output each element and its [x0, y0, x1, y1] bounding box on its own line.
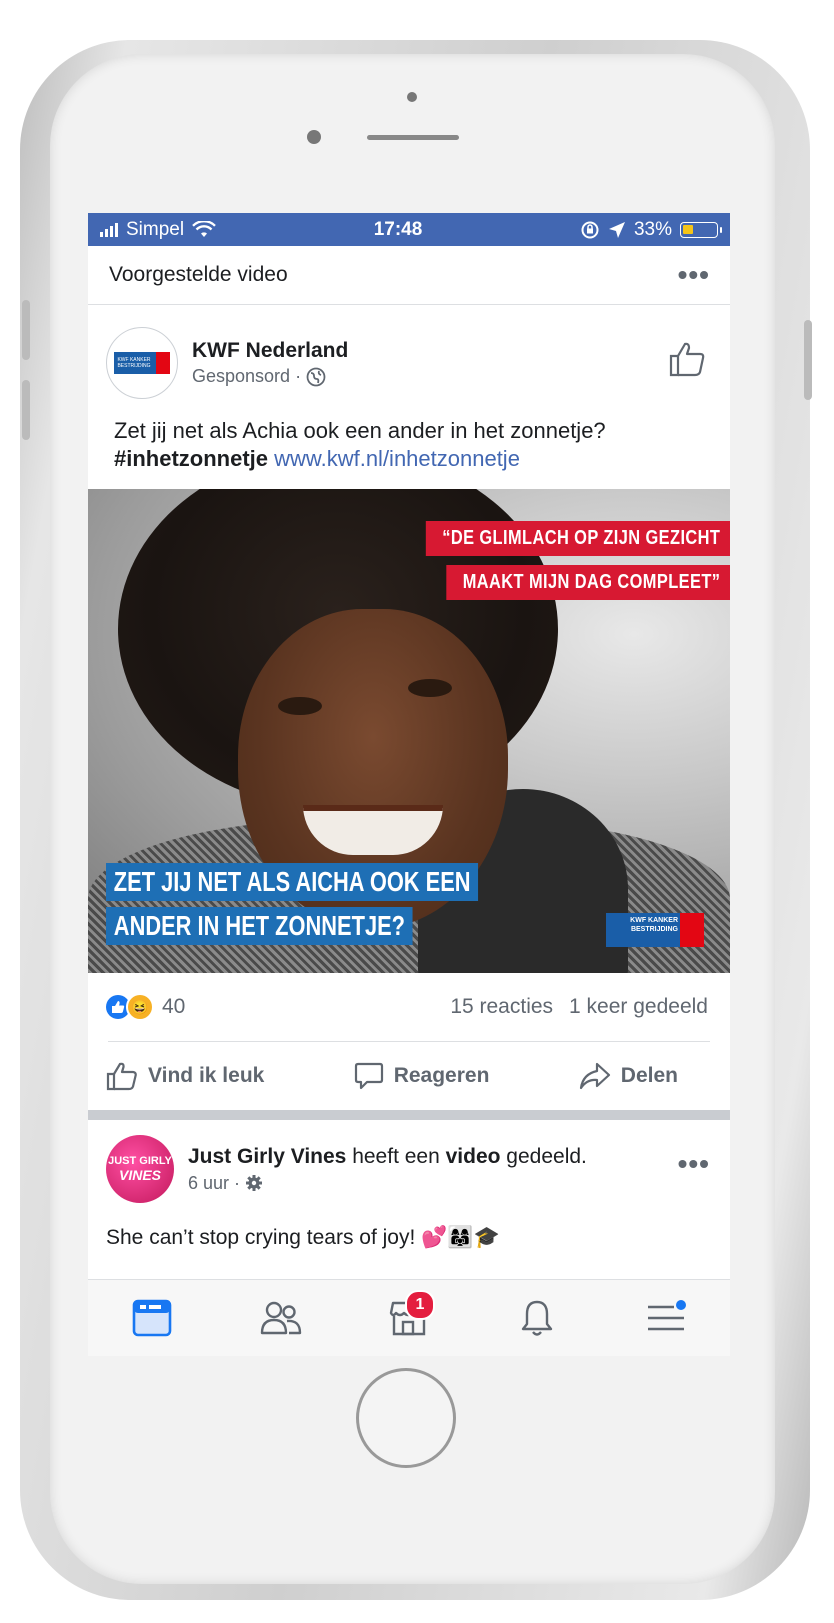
post-time[interactable]: 6 uur — [188, 1173, 229, 1194]
tab-bar: 1 — [88, 1279, 730, 1356]
share-button[interactable]: Delen — [579, 1062, 678, 1090]
share-label: Delen — [620, 1064, 678, 1087]
cta-line-2: ANDER IN HET ZONNETJE? — [106, 907, 413, 945]
eye-graphic — [408, 679, 452, 697]
tab-news-feed[interactable] — [122, 1288, 182, 1348]
volume-button — [22, 380, 30, 440]
avatar-text-bottom: VINES — [118, 1167, 161, 1183]
post-header: JUST GIRLY VINES Just Girly Vines heeft … — [88, 1120, 730, 1204]
like-button[interactable]: Vind ik leuk — [106, 1061, 264, 1091]
comments-count[interactable]: 15 reacties — [450, 995, 553, 1019]
rotation-lock-icon — [581, 221, 599, 238]
feed-separator — [88, 1110, 730, 1120]
home-button[interactable] — [356, 1368, 456, 1468]
battery-percent: 33% — [633, 218, 672, 240]
meta-separator: · — [295, 366, 302, 386]
menu-notification-dot — [675, 1300, 686, 1310]
post-caption: Zet jij net als Achia ook een ander in h… — [114, 418, 606, 443]
avatar-text-top: JUST GIRLY — [108, 1155, 172, 1167]
shares-count[interactable]: 1 keer gedeeld — [569, 995, 708, 1019]
post-header: KWF KANKER BESTRIJDING KWF Nederland Ges… — [88, 305, 730, 403]
news-feed-icon — [132, 1299, 172, 1337]
more-options-icon[interactable]: ••• — [678, 259, 710, 291]
kwf-logo: KWF KANKER BESTRIJDING — [114, 352, 170, 374]
more-options-icon[interactable]: ••• — [678, 1148, 710, 1180]
external-link[interactable]: www.kwf.nl/inhetzonnetje — [274, 446, 520, 471]
gear-icon — [246, 1175, 263, 1191]
battery-fill — [683, 224, 693, 234]
meta-separator: · — [234, 1172, 241, 1193]
reaction-count[interactable]: 😆 40 — [106, 993, 185, 1021]
haha-reaction-icon: 😆 — [126, 993, 154, 1021]
battery-icon — [680, 221, 722, 238]
post-text: She can’t stop crying tears of joy! 💕👩‍👩… — [106, 1226, 500, 1249]
reactions-summary: 😆 40 15 reacties 1 keer gedeeld — [88, 973, 730, 1041]
status-bar: Simpel 17:48 33% — [88, 213, 730, 246]
page-avatar[interactable]: KWF KANKER BESTRIJDING — [106, 327, 178, 399]
thumbs-up-icon — [106, 1062, 137, 1091]
post-text: Zet jij net als Achia ook een ander in h… — [88, 403, 730, 487]
screen: Simpel 17:48 33% Voorgestelde video ••• — [88, 213, 730, 1356]
tab-notifications[interactable] — [507, 1288, 567, 1348]
sponsored-label: Gesponsord — [192, 366, 291, 386]
like-page-icon[interactable] — [668, 341, 706, 377]
wifi-icon — [192, 220, 216, 237]
like-label: Vind ik leuk — [148, 1064, 265, 1087]
kwf-image-logo-text: KWF KANKER BESTRIJDING — [630, 917, 678, 933]
suggested-video-header: Voorgestelde video ••• — [88, 246, 730, 305]
hashtag-link[interactable]: #inhetzonnetje — [114, 446, 268, 471]
kwf-logo-text: KWF KANKER BESTRIJDING — [117, 357, 151, 369]
cta-line-1: ZET JIJ NET ALS AICHA OOK EEN — [106, 863, 479, 901]
marketplace-badge: 1 — [404, 1290, 435, 1320]
globe-icon — [306, 367, 326, 386]
tab-friends[interactable] — [251, 1288, 311, 1348]
quote-line-2: MAAKT MIJN DAG COMPLEET” — [446, 565, 730, 600]
reaction-number: 40 — [162, 995, 186, 1018]
share-icon — [579, 1062, 610, 1090]
shared-text-2: gedeeld. — [500, 1144, 587, 1168]
page-avatar[interactable]: JUST GIRLY VINES — [106, 1135, 174, 1203]
page-name[interactable]: Just Girly Vines — [188, 1145, 346, 1168]
location-arrow-icon — [608, 221, 625, 238]
post-actions: Vind ik leuk Reageren Delen — [88, 1042, 730, 1110]
comment-button[interactable]: Reageren — [354, 1061, 490, 1091]
proximity-sensor — [407, 92, 417, 102]
section-title: Voorgestelde video — [109, 263, 288, 286]
clock: 17:48 — [373, 218, 423, 240]
video-link[interactable]: video — [446, 1145, 501, 1168]
power-button — [804, 320, 812, 400]
volume-button — [22, 300, 30, 360]
quote-line-1: “DE GLIMLACH OP ZIJN GEZICHT — [425, 521, 730, 556]
tab-menu[interactable] — [636, 1288, 696, 1348]
page-name[interactable]: KWF Nederland — [192, 339, 348, 363]
bell-icon — [522, 1300, 553, 1336]
comment-label: Reageren — [393, 1064, 490, 1087]
shared-text-1: heeft een — [346, 1144, 446, 1168]
front-camera — [307, 130, 321, 144]
friends-icon — [260, 1301, 301, 1335]
signal-icon — [100, 222, 118, 237]
earpiece-speaker — [367, 135, 459, 140]
ad-image[interactable]: “DE GLIMLACH OP ZIJN GEZICHT MAAKT MIJN … — [88, 489, 730, 973]
eye-graphic — [278, 697, 322, 715]
tab-marketplace[interactable]: 1 — [379, 1288, 439, 1348]
kwf-image-logo: KWF KANKER BESTRIJDING — [606, 913, 704, 947]
carrier-label: Simpel — [126, 218, 185, 240]
comment-icon — [354, 1062, 383, 1090]
